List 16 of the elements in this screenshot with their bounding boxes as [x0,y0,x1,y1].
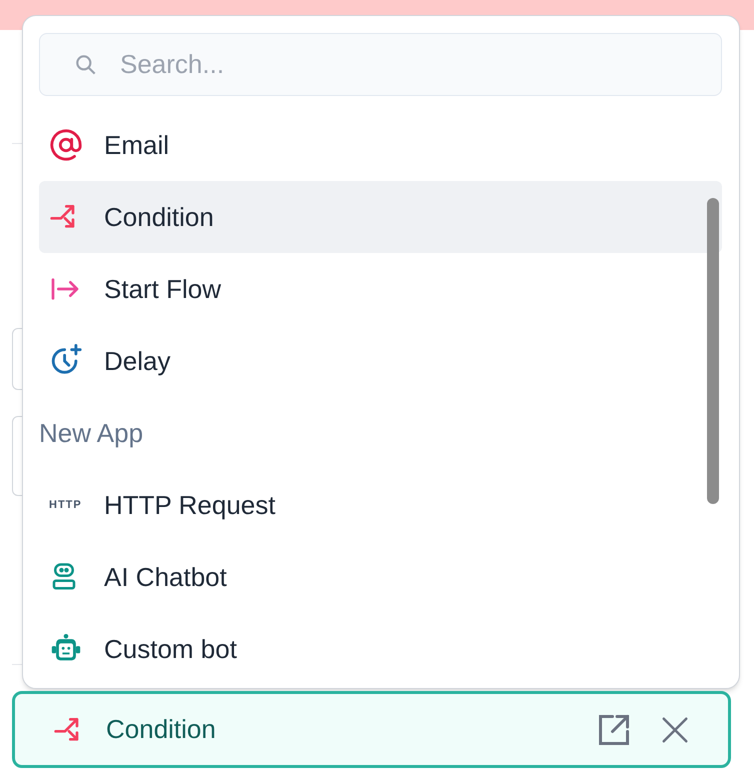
menu-item-label: Condition [104,200,214,234]
menu-item-label: HTTP Request [104,488,276,522]
http-icon: HTTP [49,496,82,514]
menu-item-label: Delay [104,344,170,378]
selected-value: Condition [106,713,217,746]
menu-item-label: Email [104,128,170,162]
search-field[interactable]: Search... [39,33,722,96]
at-sign-icon [49,128,83,162]
menu-item-label: Custom bot [104,632,237,666]
section-heading: New App [39,416,144,450]
close-icon[interactable] [660,714,690,744]
menu-item[interactable]: Condition [39,181,722,253]
selected-value-field[interactable]: Condition [12,691,731,768]
scrollbar[interactable] [707,198,719,504]
menu-item-label: Start Flow [104,272,222,306]
menu-item-label: AI Chatbot [104,560,227,594]
